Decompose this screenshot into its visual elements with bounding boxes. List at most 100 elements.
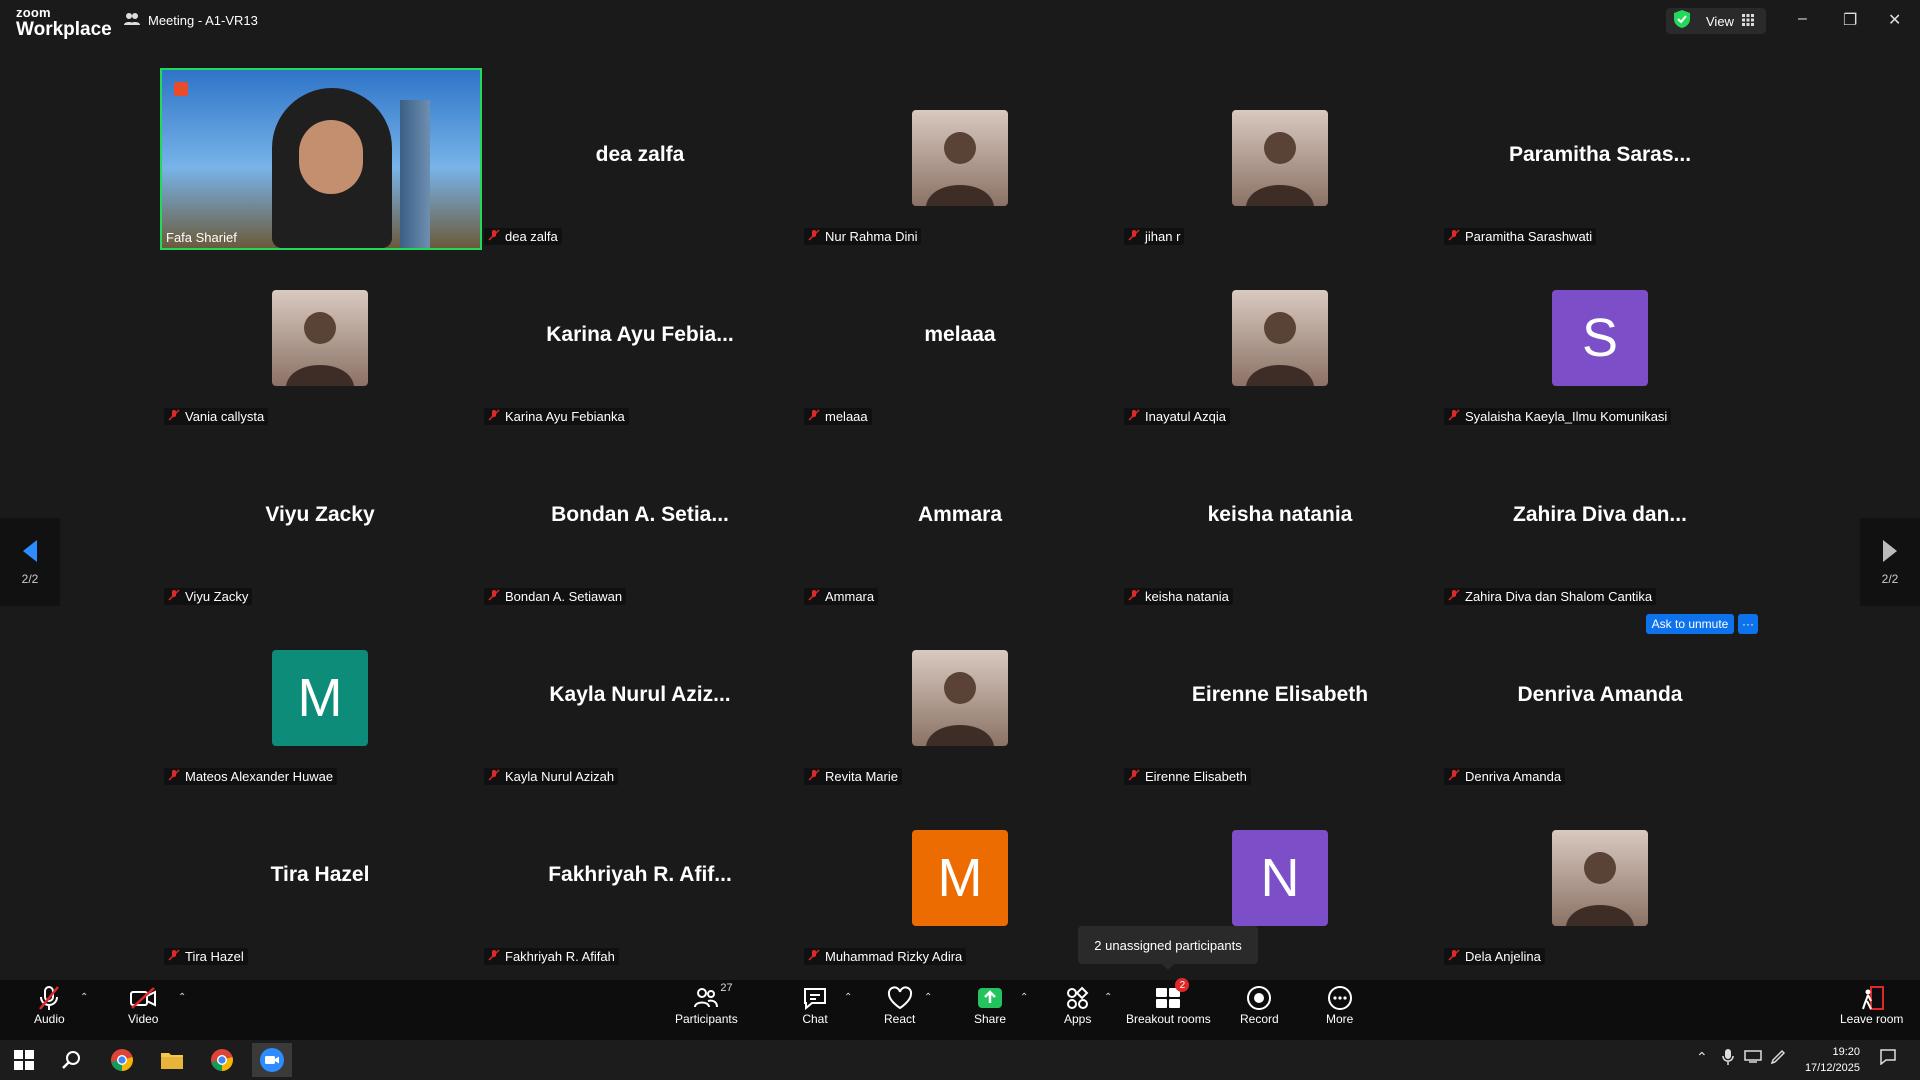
- participant-tile[interactable]: Dela Anjelina: [1440, 788, 1760, 968]
- participant-display-name: Tira Hazel: [270, 863, 370, 886]
- zoom-logo: zoom Workplace: [16, 6, 112, 39]
- participant-tile[interactable]: dea zalfa dea zalfa: [480, 68, 800, 248]
- participant-tile[interactable]: melaaa melaaa: [800, 248, 1120, 428]
- prev-page-button[interactable]: 2/2: [0, 518, 60, 606]
- participant-tile[interactable]: Viyu Zacky Viyu Zacky: [160, 428, 480, 608]
- participant-display-name: melaaa: [924, 323, 996, 346]
- share-button[interactable]: Share: [974, 984, 1006, 1026]
- video-off-icon: [129, 984, 157, 1012]
- apps-button[interactable]: Apps: [1064, 984, 1091, 1026]
- participant-tile[interactable]: keisha natania keisha natania: [1120, 428, 1440, 608]
- file-explorer-icon[interactable]: [158, 1046, 186, 1074]
- page-indicator-right: 2/2: [1881, 572, 1899, 586]
- avatar-initial: M: [912, 830, 1008, 926]
- active-speaker-video[interactable]: Fafa Sharief: [160, 68, 482, 250]
- minimize-icon[interactable]: –: [1798, 10, 1807, 28]
- video-face: [299, 120, 363, 194]
- participant-tile[interactable]: Paramitha Saras... Paramitha Sarashwati: [1440, 68, 1760, 248]
- avatar-initial: N: [1232, 830, 1328, 926]
- participant-tile[interactable]: Ammara Ammara: [800, 428, 1120, 608]
- participant-display-name: Ammara: [917, 503, 1003, 526]
- react-caret-icon[interactable]: ⌃: [924, 992, 932, 1003]
- breakout-rooms-button[interactable]: 2 Breakout rooms: [1126, 978, 1211, 1026]
- participant-tile[interactable]: Bondan A. Setia... Bondan A. Setiawan: [480, 428, 800, 608]
- unassigned-tooltip: 2 unassigned participants: [1078, 926, 1258, 970]
- chrome-icon[interactable]: [108, 1046, 136, 1074]
- participant-tile[interactable]: Kayla Nurul Aziz... Kayla Nurul Azizah: [480, 608, 800, 788]
- share-icon: [977, 984, 1003, 1012]
- chat-caret-icon[interactable]: ⌃: [844, 992, 852, 1003]
- participant-tile[interactable]: Inayatul Azqia: [1120, 248, 1440, 428]
- video-caret-icon[interactable]: ⌃: [178, 992, 186, 1003]
- participant-tile[interactable]: jihan r: [1120, 68, 1440, 248]
- mic-muted-icon: [1128, 409, 1140, 424]
- mic-muted-icon: [1448, 949, 1460, 964]
- participant-name-label: Bondan A. Setiawan: [484, 588, 627, 605]
- avatar-photo: [1232, 290, 1328, 386]
- audio-button[interactable]: Audio: [34, 984, 65, 1026]
- tray-chevron-icon[interactable]: ⌃: [1696, 1049, 1708, 1066]
- zoom-taskbar-icon[interactable]: [252, 1043, 292, 1077]
- participant-tile[interactable]: Revita Marie: [800, 608, 1120, 788]
- participant-name-label: Eirenne Elisabeth: [1124, 768, 1251, 785]
- participant-name: Kayla Nurul Azizah: [505, 769, 615, 784]
- audio-caret-icon[interactable]: ⌃: [80, 992, 88, 1003]
- participant-name-label: Revita Marie: [804, 768, 902, 785]
- leave-room-button[interactable]: Leave room: [1840, 984, 1903, 1026]
- participants-button[interactable]: 27 Participants: [675, 982, 738, 1026]
- participant-name-label: Kayla Nurul Azizah: [484, 768, 619, 785]
- participant-tile[interactable]: Denriva Amanda Denriva Amanda: [1440, 608, 1760, 788]
- next-page-button[interactable]: 2/2: [1860, 518, 1920, 606]
- ask-to-unmute-button[interactable]: Ask to unmute: [1646, 614, 1734, 634]
- chat-icon: [802, 984, 828, 1012]
- more-button[interactable]: More: [1326, 984, 1353, 1026]
- notification-icon[interactable]: [1880, 1049, 1896, 1068]
- participant-tile[interactable]: Eirenne Elisabeth Eirenne Elisabeth: [1120, 608, 1440, 788]
- participant-display-name: Kayla Nurul Aziz...: [549, 683, 731, 706]
- participant-display-name: Eirenne Elisabeth: [1191, 683, 1369, 706]
- network-icon[interactable]: [1744, 1049, 1762, 1066]
- participant-name-label: Muhammad Rizky Adira: [804, 948, 967, 965]
- restore-icon[interactable]: ❐: [1843, 10, 1857, 30]
- mic-muted-icon: [1448, 229, 1460, 244]
- record-button[interactable]: Record: [1240, 984, 1279, 1026]
- participant-tile[interactable]: M Mateos Alexander Huwae: [160, 608, 480, 788]
- breakout-badge: 2: [1175, 978, 1190, 992]
- tile-more-button[interactable]: ···: [1738, 614, 1758, 634]
- participant-tile[interactable]: Fakhriyah R. Afif... Fakhriyah R. Afifah: [480, 788, 800, 968]
- arrow-right-icon: [1883, 540, 1897, 562]
- participants-label: Participants: [675, 1012, 738, 1026]
- react-button[interactable]: React: [884, 984, 915, 1026]
- more-icon: [1327, 984, 1353, 1012]
- close-icon[interactable]: ✕: [1888, 10, 1901, 30]
- participant-tile[interactable]: Karina Ayu Febia... Karina Ayu Febianka: [480, 248, 800, 428]
- video-logo: [174, 82, 188, 96]
- participant-tile[interactable]: Vania callysta: [160, 248, 480, 428]
- participant-name: Fakhriyah R. Afifah: [505, 949, 615, 964]
- mic-muted-icon: [1448, 589, 1460, 604]
- participant-tile[interactable]: S Syalaisha Kaeyla_Ilmu Komunikasi: [1440, 248, 1760, 428]
- participant-tile[interactable]: Tira Hazel Tira Hazel: [160, 788, 480, 968]
- microphone-icon[interactable]: [1722, 1049, 1734, 1068]
- share-caret-icon[interactable]: ⌃: [1020, 992, 1028, 1003]
- chrome-profile-icon[interactable]: [208, 1046, 236, 1074]
- participant-name: Dela Anjelina: [1465, 949, 1541, 964]
- meeting-info[interactable]: Meeting - A1-VR13: [124, 12, 258, 29]
- arrow-left-icon: [23, 540, 37, 562]
- participant-tile[interactable]: Zahira Diva dan... Zahira Diva dan Shalom…: [1440, 428, 1760, 608]
- apps-caret-icon[interactable]: ⌃: [1104, 992, 1112, 1003]
- participant-name-label: keisha natania: [1124, 588, 1233, 605]
- search-icon[interactable]: [58, 1046, 86, 1074]
- participant-display-name: Viyu Zacky: [265, 503, 375, 526]
- page-indicator-left: 2/2: [21, 572, 39, 586]
- view-button[interactable]: View: [1666, 8, 1766, 34]
- participant-tile[interactable]: Nur Rahma Dini: [800, 68, 1120, 248]
- windows-start-icon[interactable]: [10, 1046, 38, 1074]
- system-clock[interactable]: 19:20 17/12/2025: [1796, 1044, 1860, 1076]
- chat-button[interactable]: Chat: [802, 984, 828, 1026]
- video-button[interactable]: Video: [128, 984, 158, 1026]
- participant-name-label: jihan r: [1124, 228, 1185, 245]
- video-background: [400, 100, 430, 248]
- participant-tile[interactable]: M Muhammad Rizky Adira: [800, 788, 1120, 968]
- pen-icon[interactable]: [1770, 1049, 1786, 1068]
